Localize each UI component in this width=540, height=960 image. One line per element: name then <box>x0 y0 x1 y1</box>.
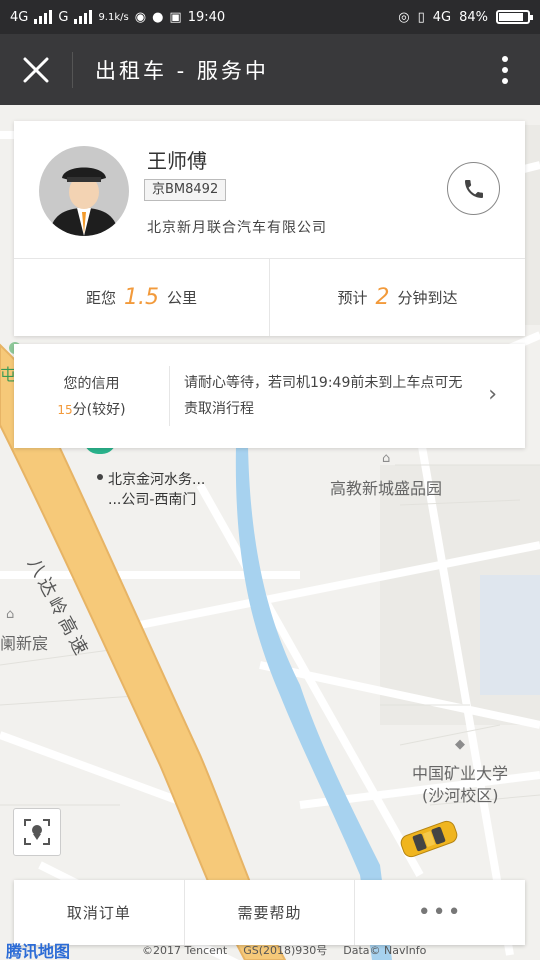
pickup-location-label: 北京金河水务... ...公司-西南门 <box>108 470 205 510</box>
network-label-1: 4G <box>10 9 29 25</box>
mute-icon: ◎ <box>398 9 410 25</box>
clock: 19:40 <box>187 9 226 25</box>
driver-name: 王师傅 <box>147 149 207 173</box>
battery-percent: 84% <box>459 9 488 25</box>
network-label-2: G <box>58 9 69 25</box>
poi-label: (沙河校区) <box>422 786 499 805</box>
cancel-order-button[interactable]: 取消订单 <box>14 880 184 945</box>
poi-school-icon: ◆ <box>455 737 465 752</box>
eta-info: 预计 2 分钟到达 <box>270 259 525 336</box>
close-button[interactable] <box>0 34 72 105</box>
credit-score-line: 15分(较好) <box>57 399 125 419</box>
poi-label: 中国矿业大学 <box>412 764 509 783</box>
help-button[interactable]: 需要帮助 <box>183 880 355 945</box>
map-license: GS(2018)930号 <box>243 944 328 957</box>
title-bar: 出租车 - 服务中 <box>0 34 540 105</box>
wechat-icon: ◉ <box>134 9 147 25</box>
more-options-button[interactable] <box>470 34 540 105</box>
status-bar: 4G G 9.1k/s ◉ ● ▣ 19:40 ◎ ▯ 4G 84% <box>0 0 540 34</box>
close-icon <box>23 57 49 82</box>
driver-company: 北京新月联合汽车有限公司 <box>147 220 327 236</box>
driver-avatar-icon <box>49 167 119 236</box>
bottom-action-bar: 取消订单 需要帮助 ••• <box>14 880 525 945</box>
more-vertical-icon <box>502 55 508 84</box>
driver-card: 王师傅 京BM8492 北京新月联合汽车有限公司 距您 1.5 公里 预计 2 … <box>14 121 525 336</box>
credit-card[interactable]: 您的信用 15分(较好) 请耐心等待，若司机19:49前未到上车点可无责取消行程… <box>14 344 525 448</box>
distance-info: 距您 1.5 公里 <box>14 259 269 336</box>
poi-label: 高教新城盛品园 <box>330 479 443 498</box>
signal-icon <box>74 10 93 24</box>
eta-unit: 分钟到达 <box>397 289 458 307</box>
poi-label: 阑新宸 <box>0 634 49 653</box>
message-icon: ● <box>152 9 164 25</box>
credit-label: 您的信用 <box>63 376 120 392</box>
wait-message: 请耐心等待，若司机19:49前未到上车点可无责取消行程 <box>184 375 463 417</box>
more-actions-button[interactable]: ••• <box>354 880 525 945</box>
chevron-right-icon: › <box>488 382 497 407</box>
pickup-label-line: ...公司-西南门 <box>108 492 197 508</box>
credit-score-block: 您的信用 15分(较好) <box>14 344 169 448</box>
network-speed: 9.1k/s <box>98 11 129 23</box>
credit-score: 15 <box>57 403 73 417</box>
phone-icon <box>464 179 483 198</box>
locate-icon <box>24 819 50 845</box>
battery-icon <box>496 10 533 24</box>
page-title: 出租车 - 服务中 <box>95 58 269 83</box>
network-label-3: 4G <box>432 9 452 25</box>
map-copyright: ©2017 Tencent <box>142 943 228 957</box>
poi-home-icon: ⌂ <box>6 607 15 622</box>
poi-home-icon: ⌂ <box>382 451 391 466</box>
title-divider <box>72 51 73 88</box>
signal-icon <box>34 10 53 24</box>
map-data-source: Data© NavInfo <box>343 943 427 957</box>
map-attribution: 腾讯地图 ©2017 Tencent GS(2018)930号 Data© Na… <box>0 940 540 960</box>
locate-button[interactable] <box>13 808 61 856</box>
eta-value: 2 <box>375 285 390 310</box>
screenshot-icon: ▣ <box>169 9 182 25</box>
credit-divider <box>169 366 170 426</box>
distance-value: 1.5 <box>124 285 159 310</box>
eta-prefix: 预计 <box>337 289 368 307</box>
pickup-label-line: 北京金河水务... <box>108 472 206 488</box>
distance-unit: 公里 <box>167 289 198 307</box>
pickup-dot-icon <box>97 474 103 480</box>
driver-avatar <box>39 146 129 236</box>
vibrate-icon: ▯ <box>417 9 425 25</box>
call-driver-button[interactable] <box>447 162 500 215</box>
distance-prefix: 距您 <box>85 289 116 307</box>
tencent-map-logo: 腾讯地图 <box>6 942 71 960</box>
credit-score-text: 分(较好) <box>72 402 126 418</box>
license-plate: 京BM8492 <box>144 179 227 201</box>
